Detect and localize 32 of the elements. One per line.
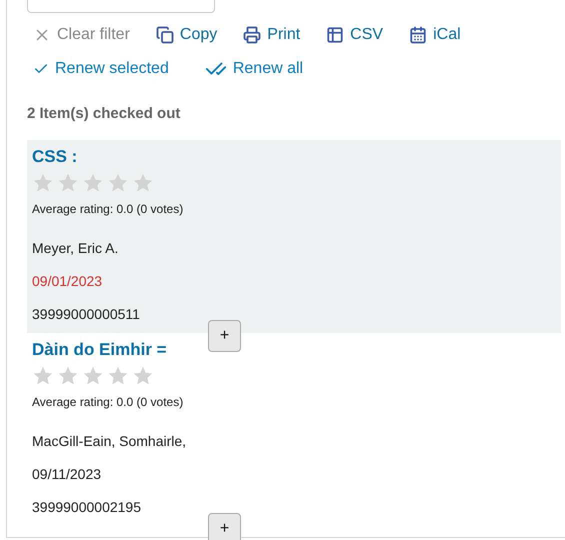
star-icon[interactable]: [82, 172, 104, 194]
barcode: 39999000002195: [32, 498, 142, 517]
toolbar-button[interactable]: Print: [243, 23, 300, 47]
toolbar-button[interactable]: CSV: [326, 23, 384, 47]
star-icon[interactable]: [107, 365, 129, 387]
item-title[interactable]: CSS :: [32, 144, 556, 169]
copy-icon: [156, 26, 174, 44]
section-heading: 2 Item(s) checked out: [27, 104, 182, 124]
star-icon[interactable]: [57, 172, 79, 194]
star-icon[interactable]: [107, 172, 129, 194]
printer-icon: [243, 26, 262, 44]
renew-link[interactable]: Renew all: [204, 57, 304, 81]
calendar-icon: [409, 26, 428, 44]
toolbar-button[interactable]: iCal: [409, 23, 461, 47]
expand-button[interactable]: +: [208, 320, 241, 352]
expand-button[interactable]: +: [208, 512, 241, 540]
star-icon[interactable]: [132, 365, 154, 387]
star-icon[interactable]: [32, 172, 54, 194]
star-icon[interactable]: [32, 365, 54, 387]
author: MacGill-Eain, Somhairle,: [32, 432, 188, 451]
table-icon: [326, 26, 344, 44]
author: Meyer, Eric A.: [32, 239, 120, 258]
rating-text: Average rating: 0.0 (0 votes): [32, 394, 184, 411]
star-icon[interactable]: [82, 365, 104, 387]
due-date: 09/01/2023: [32, 272, 104, 291]
due-date: 09/11/2023: [32, 465, 102, 484]
star-icon[interactable]: [132, 172, 154, 194]
barcode: 39999000000511: [32, 305, 141, 324]
toolbar-button[interactable]: Copy: [156, 23, 218, 47]
rating-text: Average rating: 0.0 (0 votes): [32, 201, 184, 218]
star-icon[interactable]: [57, 365, 79, 387]
renew-link[interactable]: Renew selected: [33, 57, 169, 81]
